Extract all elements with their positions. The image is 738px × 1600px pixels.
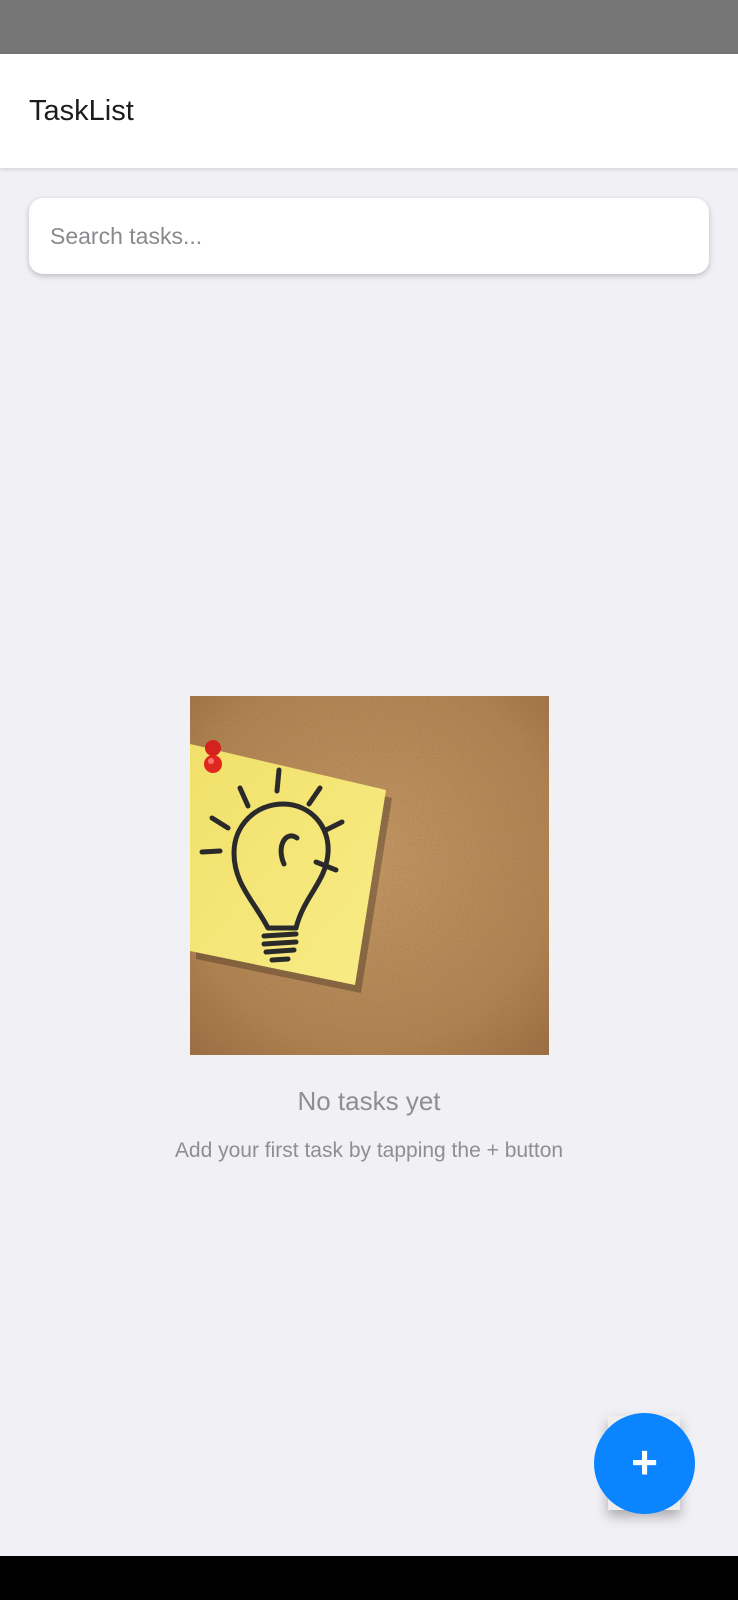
plus-icon: + bbox=[631, 1436, 658, 1488]
empty-state-subtitle: Add your first task by tapping the + but… bbox=[174, 1139, 564, 1162]
search-input[interactable] bbox=[29, 198, 709, 274]
empty-state-image bbox=[190, 696, 549, 1055]
app-header: TaskList bbox=[0, 54, 738, 168]
search-box[interactable] bbox=[29, 198, 709, 274]
status-bar bbox=[0, 0, 738, 54]
empty-state-title: No tasks yet bbox=[297, 1086, 441, 1116]
system-navigation-bar bbox=[0, 1556, 738, 1600]
app-title: TaskList bbox=[29, 95, 134, 127]
add-task-button[interactable]: + bbox=[594, 1413, 695, 1514]
